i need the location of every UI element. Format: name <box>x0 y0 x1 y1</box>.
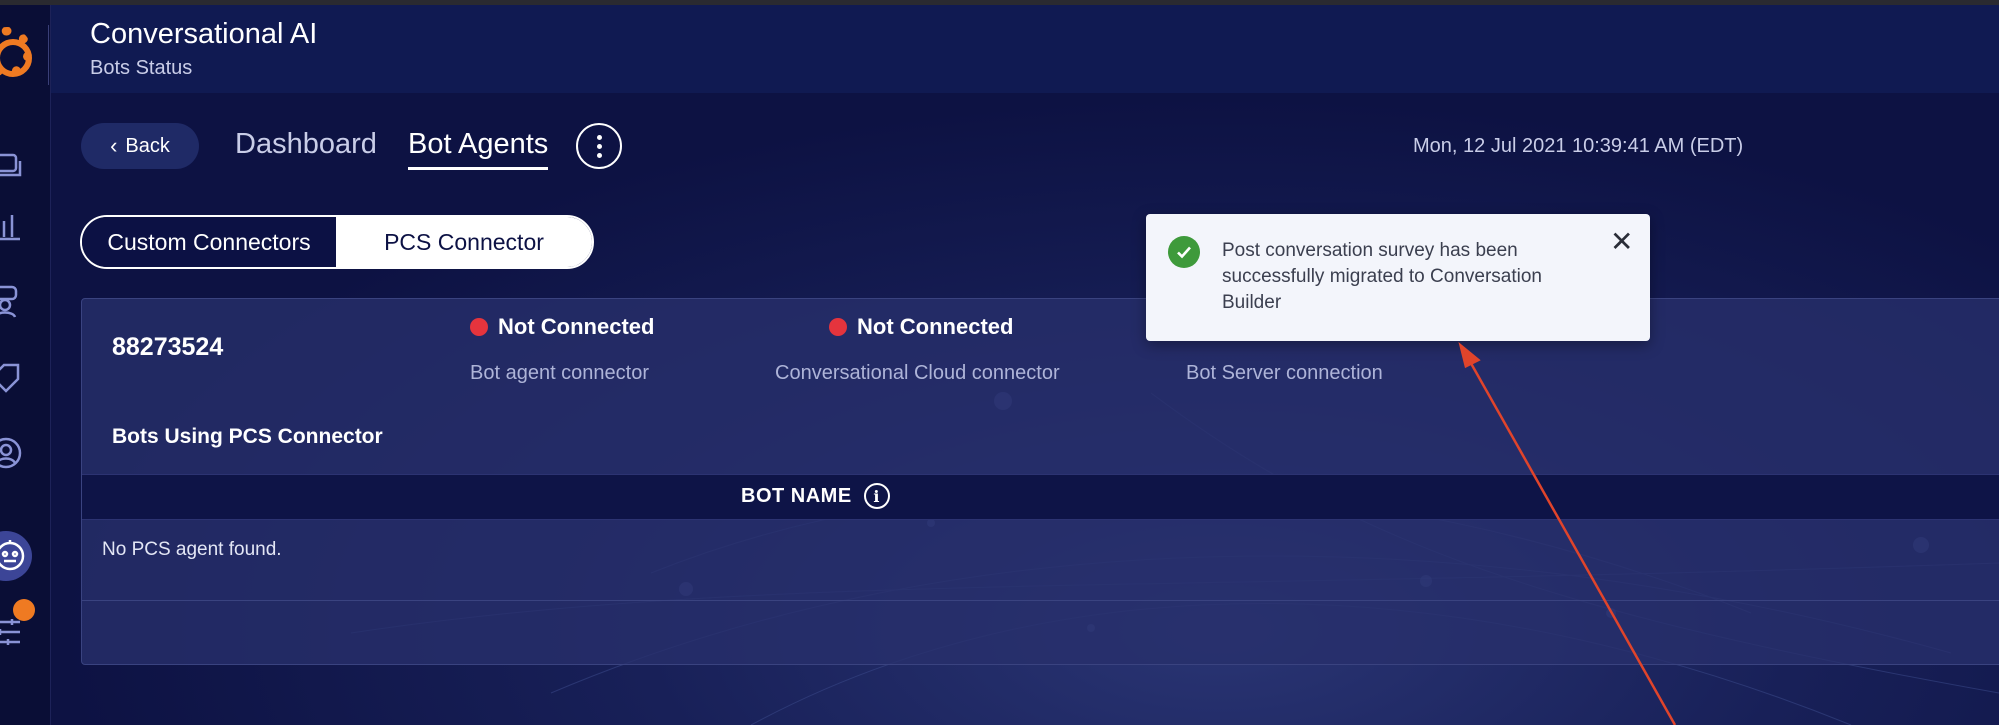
app-subtitle: Bots Status <box>90 57 193 79</box>
bot-server-connection-label: Bot Server connection <box>1186 362 1383 384</box>
user-search-icon[interactable] <box>0 433 26 473</box>
pcs-connector-panel: 88273524 Not Connected Bot agent connect… <box>81 298 1999 665</box>
close-icon[interactable]: ✕ <box>1610 228 1633 256</box>
cloud-connector-label: Conversational Cloud connector <box>775 362 1060 384</box>
more-vertical-icon <box>596 134 602 158</box>
account-id: 88273524 <box>112 333 224 361</box>
app-title: Conversational AI <box>90 18 318 50</box>
main-content: ‹ Back Dashboard Bot Agents Mon, 12 Jul … <box>51 93 1999 725</box>
status-text: Not Connected <box>857 314 1014 339</box>
tab-bot-agents[interactable]: Bot Agents <box>408 128 549 170</box>
status-text: Not Connected <box>498 314 655 339</box>
info-icon[interactable]: i <box>863 483 890 509</box>
table-header: BOT NAME i <box>82 474 1999 520</box>
bot-icon[interactable] <box>0 536 30 576</box>
row-divider <box>82 600 1999 601</box>
toast-message: Post conversation survey has been succes… <box>1222 240 1542 313</box>
bot-agent-connector-status: Not Connected <box>470 314 654 340</box>
conversations-icon[interactable] <box>0 147 26 187</box>
pcs-connector-option[interactable]: PCS Connector <box>336 217 592 267</box>
timestamp: Mon, 12 Jul 2021 10:39:41 AM (EDT) <box>1413 135 1744 157</box>
brand-logo-icon[interactable] <box>0 27 32 77</box>
app-header: Conversational AI Bots Status <box>51 5 1999 93</box>
chevron-left-icon: ‹ <box>110 133 118 158</box>
analytics-icon[interactable] <box>0 207 26 247</box>
check-circle-icon <box>1168 236 1200 268</box>
tag-icon[interactable] <box>0 359 26 399</box>
status-dot-icon <box>470 318 488 336</box>
empty-table-message: No PCS agent found. <box>102 539 282 560</box>
success-toast: Post conversation survey has been succes… <box>1146 214 1650 341</box>
back-button[interactable]: ‹ Back <box>81 123 199 169</box>
agents-icon[interactable] <box>0 281 26 321</box>
status-dot-icon <box>829 318 847 336</box>
left-navigation-rail <box>0 5 51 725</box>
custom-connectors-option[interactable]: Custom Connectors <box>82 217 336 267</box>
connector-type-toggle: Custom Connectors PCS Connector <box>80 215 594 269</box>
cloud-connector-status: Not Connected <box>829 314 1013 340</box>
rail-divider <box>48 25 49 85</box>
section-title: Bots Using PCS Connector <box>112 425 383 448</box>
back-label: Back <box>125 134 170 157</box>
bot-agent-connector-label: Bot agent connector <box>470 362 650 384</box>
column-header-label: BOT NAME <box>741 484 852 507</box>
column-header-bot-name: BOT NAME i <box>741 483 890 509</box>
tab-dashboard[interactable]: Dashboard <box>235 128 377 161</box>
notification-badge <box>13 599 35 621</box>
more-options-button[interactable] <box>576 123 622 169</box>
